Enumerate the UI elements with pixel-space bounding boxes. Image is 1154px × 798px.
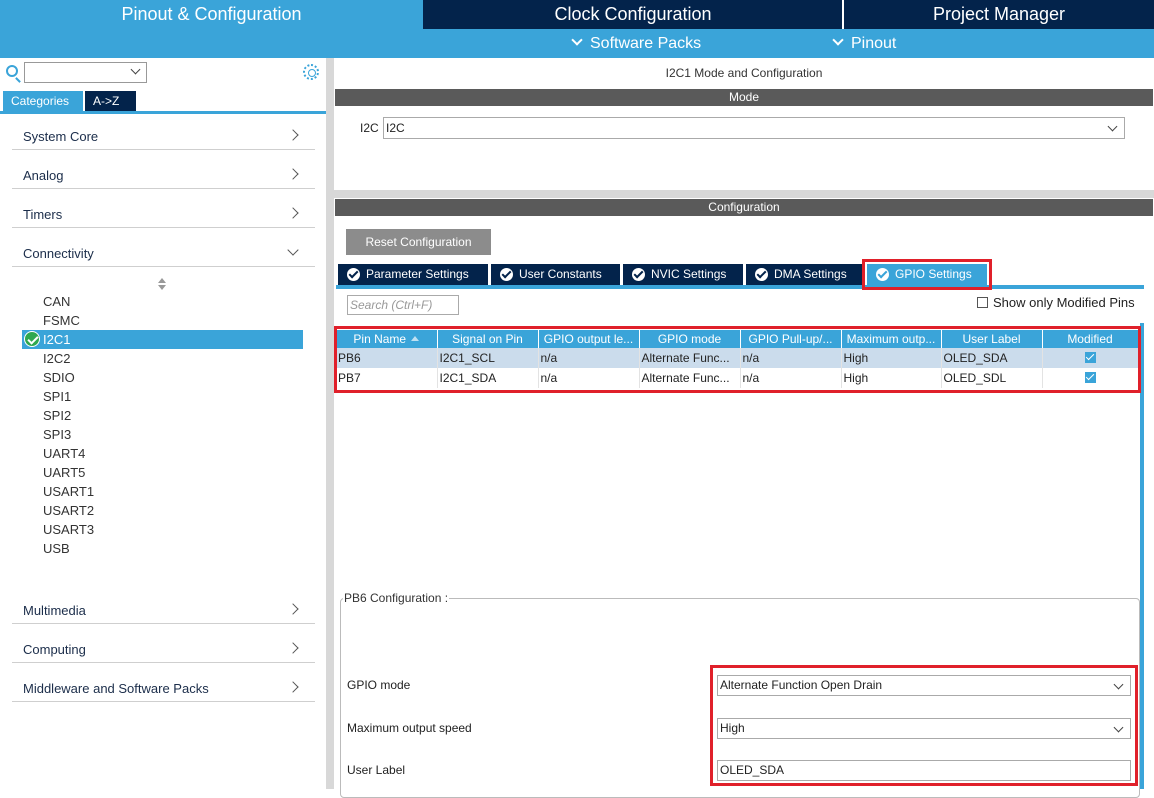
i2c-mode-label: I2C	[360, 121, 379, 135]
tab-label: User Constants	[519, 267, 602, 281]
category-label: System Core	[23, 129, 99, 144]
sidebar-item-spi1[interactable]: SPI1	[22, 387, 303, 406]
chevron-down-icon	[571, 34, 583, 46]
chevron-down-icon	[832, 34, 844, 46]
sidebar-item-usart1[interactable]: USART1	[22, 482, 303, 501]
sidebar-item-can[interactable]: CAN	[22, 292, 303, 311]
sidebar-item-i2c1[interactable]: I2C1	[22, 330, 303, 349]
pin-configuration-title: PB6 Configuration :	[343, 591, 450, 605]
configuration-header: Configuration	[335, 199, 1153, 216]
category-label: Computing	[23, 642, 86, 657]
sidebar-item-spi2[interactable]: SPI2	[22, 406, 303, 425]
max-speed-label: Maximum output speed	[347, 721, 472, 735]
highlight-pin-config	[710, 665, 1138, 786]
sidebar-item-label: I2C1	[43, 332, 71, 347]
tab-label: NVIC Settings	[651, 267, 727, 281]
check-circle-icon	[755, 268, 768, 281]
chevron-right-icon	[287, 603, 299, 615]
tab-pinout-configuration[interactable]: Pinout & Configuration	[0, 0, 423, 29]
chevron-right-icon	[287, 129, 299, 141]
section-splitter[interactable]	[334, 190, 1154, 198]
sidebar-item-usart2[interactable]: USART2	[22, 501, 303, 520]
sidebar-item-sdio[interactable]: SDIO	[22, 368, 303, 387]
sidebar-item-spi3[interactable]: SPI3	[22, 425, 303, 444]
panel-title: I2C1 Mode and Configuration	[665, 66, 823, 80]
tab-dma-settings[interactable]: DMA Settings	[746, 264, 862, 285]
search-icon[interactable]	[6, 65, 18, 77]
tab-project-manager[interactable]: Project Manager	[842, 0, 1154, 29]
top-tab-bar: Pinout & Configuration Clock Configurati…	[0, 0, 1154, 29]
category-connectivity[interactable]: Connectivity	[12, 228, 315, 267]
category-multimedia[interactable]: Multimedia	[12, 585, 315, 624]
category-computing[interactable]: Computing	[12, 624, 315, 663]
sidebar-item-fsmc[interactable]: FSMC	[22, 311, 303, 330]
check-circle-icon	[632, 268, 645, 281]
tab-label: DMA Settings	[774, 267, 847, 281]
tab-user-constants[interactable]: User Constants	[491, 264, 620, 285]
check-circle-icon	[347, 268, 360, 281]
chevron-right-icon	[287, 168, 299, 180]
category-label: Middleware and Software Packs	[23, 681, 209, 696]
sort-icon[interactable]	[158, 278, 166, 290]
i2c-mode-select[interactable]: I2C	[383, 117, 1125, 139]
category-label: Multimedia	[23, 603, 86, 618]
category-label: Connectivity	[23, 246, 94, 261]
tab-nvic-settings[interactable]: NVIC Settings	[623, 264, 743, 285]
checkbox-icon	[977, 297, 988, 308]
tab-parameter-settings[interactable]: Parameter Settings	[338, 264, 488, 285]
highlight-gpio-tab	[862, 259, 992, 290]
category-label: Timers	[23, 207, 63, 222]
check-circle-icon	[24, 331, 40, 347]
i2c-mode-value: I2C	[386, 121, 405, 135]
gpio-mode-label: GPIO mode	[347, 678, 411, 692]
chevron-right-icon	[287, 207, 299, 219]
category-label: Analog	[23, 168, 64, 183]
sub-menu-bar: Software Packs Pinout	[0, 29, 1154, 58]
software-packs-menu[interactable]: Software Packs	[571, 29, 702, 58]
mode-header: Mode	[335, 89, 1153, 106]
show-modified-label: Show only Modified Pins	[993, 295, 1135, 310]
search-input[interactable]: Search (Ctrl+F)	[347, 295, 459, 315]
category-system-core[interactable]: System Core	[12, 111, 315, 150]
sidebar-item-uart4[interactable]: UART4	[22, 444, 303, 463]
category-timers[interactable]: Timers	[12, 189, 315, 228]
chevron-down-icon	[1107, 121, 1118, 132]
sidebar-item-usart3[interactable]: USART3	[22, 520, 303, 539]
software-packs-label: Software Packs	[590, 35, 702, 52]
panel-splitter[interactable]	[326, 58, 334, 789]
category-middleware[interactable]: Middleware and Software Packs	[12, 663, 315, 702]
sidebar-item-i2c2[interactable]: I2C2	[22, 349, 303, 368]
left-panel: Categories A->Z System Core Analog Timer…	[0, 58, 326, 789]
tab-label: Parameter Settings	[366, 267, 469, 281]
chevron-down-icon	[130, 64, 141, 75]
sidebar-item-uart5[interactable]: UART5	[22, 463, 303, 482]
check-circle-icon	[500, 268, 513, 281]
chevron-right-icon	[287, 642, 299, 654]
highlight-pins-table	[334, 326, 1141, 393]
sidebar-item-usb[interactable]: USB	[22, 539, 303, 558]
tab-clock-configuration[interactable]: Clock Configuration	[424, 0, 842, 29]
pinout-label: Pinout	[851, 35, 897, 52]
category-search-combo[interactable]	[24, 62, 147, 83]
category-analog[interactable]: Analog	[12, 150, 315, 189]
chevron-right-icon	[287, 681, 299, 693]
reset-configuration-button[interactable]: Reset Configuration	[346, 229, 491, 255]
tab-a-z[interactable]: A->Z	[85, 91, 136, 111]
gear-icon[interactable]	[303, 64, 319, 80]
tab-categories[interactable]: Categories	[3, 91, 83, 111]
pinout-menu[interactable]: Pinout	[832, 29, 897, 58]
show-modified-checkbox[interactable]: Show only Modified Pins	[977, 295, 1135, 310]
chevron-down-icon	[287, 244, 299, 256]
user-label-label: User Label	[347, 763, 406, 777]
